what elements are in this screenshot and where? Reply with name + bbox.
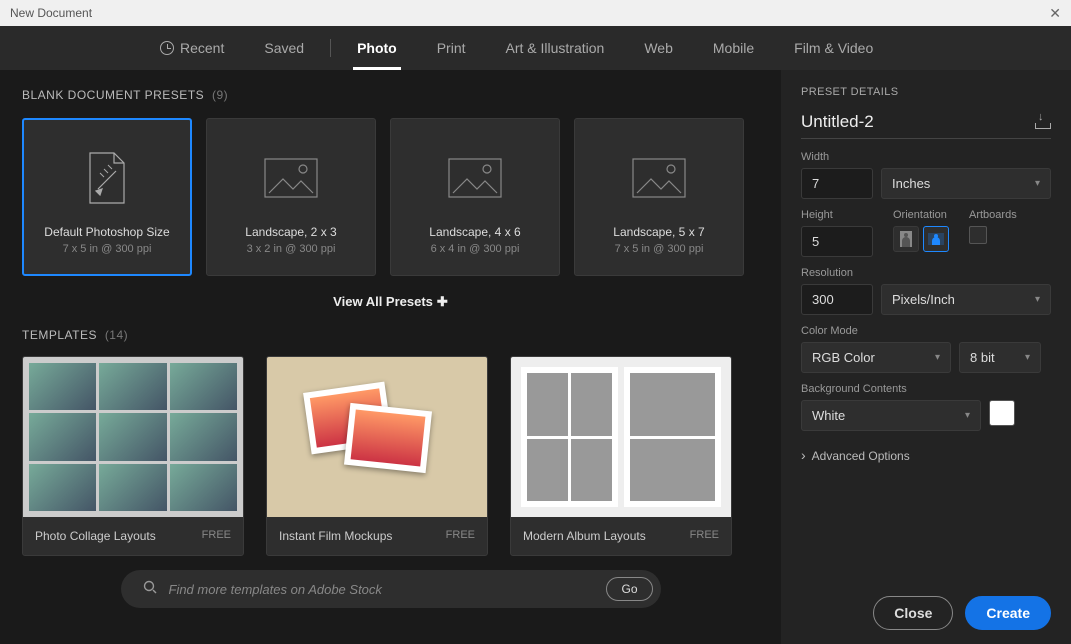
search-icon	[143, 580, 157, 599]
tab-mobile[interactable]: Mobile	[693, 26, 774, 70]
bg-select[interactable]: White▾	[801, 400, 981, 431]
window-title: New Document	[10, 6, 92, 20]
plus-icon: ✚	[437, 294, 448, 309]
search-placeholder: Find more templates on Adobe Stock	[169, 582, 607, 597]
templates-heading: TEMPLATES (14)	[22, 328, 759, 342]
orientation-landscape-button[interactable]	[923, 226, 949, 252]
search-go-button[interactable]: Go	[606, 577, 652, 601]
template-photo-collage[interactable]: Photo Collage LayoutsFREE	[22, 356, 244, 556]
chevron-down-icon: ▾	[1025, 352, 1030, 363]
save-preset-icon[interactable]	[1035, 115, 1051, 129]
tab-divider	[330, 39, 331, 57]
window-titlebar: New Document ✕	[0, 0, 1071, 26]
chevron-down-icon: ▾	[1035, 294, 1040, 305]
bg-label: Background Contents	[801, 383, 1051, 395]
stock-search-bar[interactable]: Find more templates on Adobe Stock Go	[121, 570, 661, 608]
resolution-unit-select[interactable]: Pixels/Inch▾	[881, 284, 1051, 315]
artboards-label: Artboards	[969, 209, 1017, 221]
width-label: Width	[801, 151, 1051, 163]
preset-landscape-2x3[interactable]: Landscape, 2 x 3 3 x 2 in @ 300 ppi	[206, 118, 376, 276]
tab-print[interactable]: Print	[417, 26, 486, 70]
tab-photo[interactable]: Photo	[337, 26, 417, 70]
color-mode-select[interactable]: RGB Color▾	[801, 342, 951, 373]
preset-name: Default Photoshop Size	[44, 225, 169, 239]
tab-film[interactable]: Film & Video	[774, 26, 893, 70]
close-button[interactable]: Close	[873, 596, 953, 630]
height-label: Height	[801, 209, 873, 221]
clock-icon	[160, 41, 174, 55]
create-button[interactable]: Create	[965, 596, 1051, 630]
bg-color-swatch[interactable]	[989, 400, 1015, 426]
presets-heading: BLANK DOCUMENT PRESETS (9)	[22, 88, 759, 102]
orientation-label: Orientation	[893, 209, 949, 221]
document-ruler-icon	[82, 139, 132, 217]
document-name-input[interactable]: Untitled-2	[801, 112, 874, 132]
artboards-checkbox[interactable]	[969, 226, 987, 244]
template-thumbnail	[267, 357, 487, 517]
image-icon	[447, 139, 503, 217]
template-modern-album[interactable]: Modern Album LayoutsFREE	[510, 356, 732, 556]
color-mode-label: Color Mode	[801, 325, 1051, 337]
resolution-input[interactable]	[801, 284, 873, 315]
preset-spec: 7 x 5 in @ 300 ppi	[63, 243, 152, 255]
unit-select[interactable]: Inches▾	[881, 168, 1051, 199]
height-input[interactable]	[801, 226, 873, 257]
chevron-down-icon: ▾	[1035, 178, 1040, 189]
resolution-label: Resolution	[801, 267, 1051, 279]
width-input[interactable]	[801, 168, 873, 199]
advanced-options-toggle[interactable]: Advanced Options	[801, 447, 1051, 463]
template-thumbnail	[23, 357, 243, 517]
preset-default-photoshop[interactable]: Default Photoshop Size 7 x 5 in @ 300 pp…	[22, 118, 192, 276]
tab-saved[interactable]: Saved	[244, 26, 324, 70]
template-thumbnail	[511, 357, 731, 517]
image-icon	[263, 139, 319, 217]
orientation-portrait-button[interactable]	[893, 226, 919, 252]
image-icon	[631, 139, 687, 217]
tab-art[interactable]: Art & Illustration	[486, 26, 625, 70]
details-heading: PRESET DETAILS	[801, 86, 1051, 98]
close-icon[interactable]: ✕	[1049, 5, 1061, 22]
chevron-down-icon: ▾	[965, 410, 970, 421]
tab-recent[interactable]: Recent	[140, 26, 244, 70]
bit-depth-select[interactable]: 8 bit▾	[959, 342, 1041, 373]
preset-details-panel: PRESET DETAILS Untitled-2 Width Inches▾ …	[781, 70, 1071, 644]
category-tabbar: Recent Saved Photo Print Art & Illustrat…	[0, 26, 1071, 70]
view-all-presets[interactable]: View All Presets✚	[22, 294, 759, 310]
template-instant-film[interactable]: Instant Film MockupsFREE	[266, 356, 488, 556]
left-panel: BLANK DOCUMENT PRESETS (9) Default Photo…	[0, 70, 781, 644]
tab-web[interactable]: Web	[624, 26, 693, 70]
chevron-down-icon: ▾	[935, 352, 940, 363]
preset-landscape-4x6[interactable]: Landscape, 4 x 6 6 x 4 in @ 300 ppi	[390, 118, 560, 276]
preset-landscape-5x7[interactable]: Landscape, 5 x 7 7 x 5 in @ 300 ppi	[574, 118, 744, 276]
